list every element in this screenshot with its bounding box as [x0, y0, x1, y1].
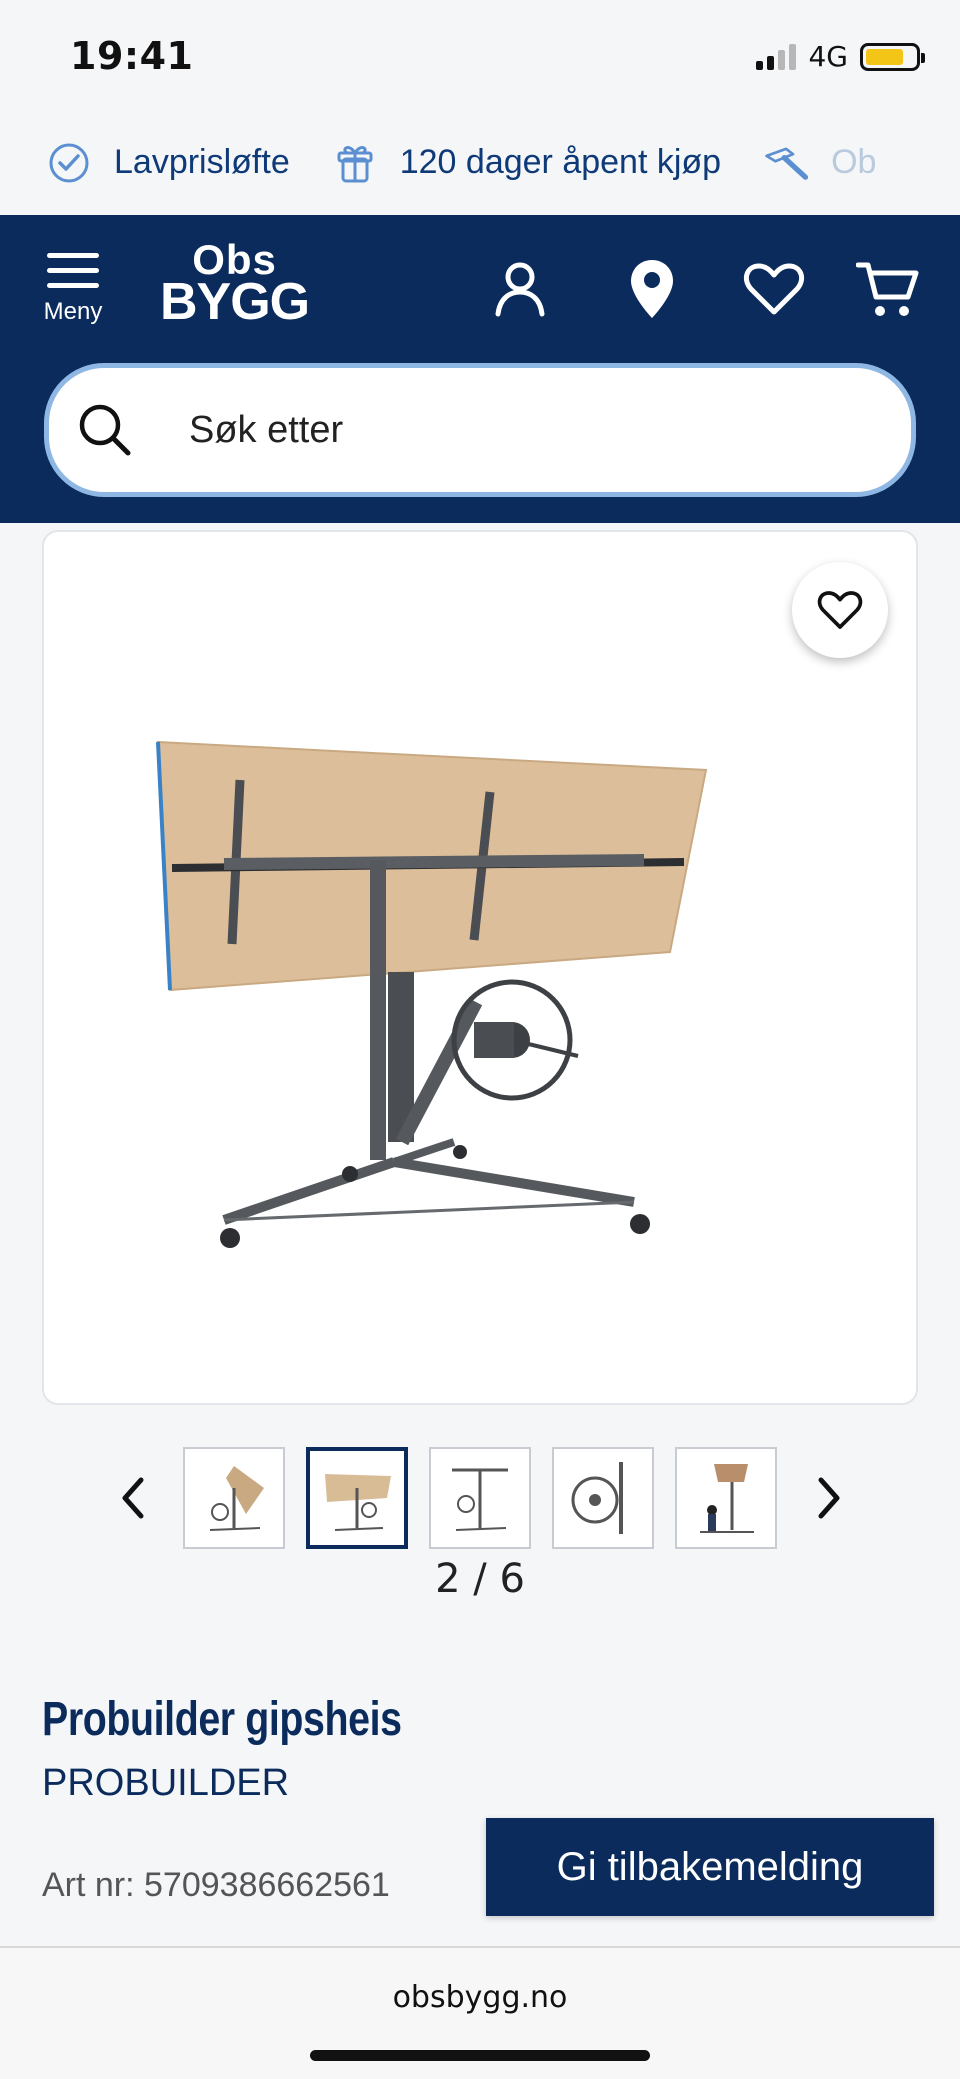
- thumbnail-3[interactable]: [429, 1447, 531, 1549]
- usp-item-lowprice[interactable]: Lavprisløfte: [46, 140, 290, 186]
- hammer-icon: [763, 140, 809, 186]
- next-image-button[interactable]: [804, 1473, 854, 1523]
- previous-image-button[interactable]: [108, 1473, 158, 1523]
- usp-label: Lavprisløfte: [114, 143, 290, 181]
- location-pin-icon[interactable]: [620, 257, 684, 321]
- heart-icon: [817, 591, 863, 629]
- thumbnail-1[interactable]: [183, 1447, 285, 1549]
- usp-bar: Lavprisløfte 120 dager åpent kjøp Ob: [0, 110, 960, 215]
- site-header: Meny Obs BYGG Søk etter: [0, 215, 960, 523]
- cart-icon[interactable]: [856, 257, 920, 321]
- menu-button[interactable]: Meny: [38, 253, 108, 326]
- thumbnail-2[interactable]: [306, 1447, 408, 1549]
- hamburger-icon: [38, 253, 108, 288]
- thumbnail-strip: [0, 1447, 960, 1551]
- add-to-favorites-button[interactable]: [792, 562, 888, 658]
- heart-icon[interactable]: [742, 257, 806, 321]
- status-time: 19:41: [70, 34, 194, 78]
- gift-box-icon: [332, 140, 378, 186]
- feedback-button[interactable]: Gi tilbakemelding: [486, 1818, 934, 1916]
- user-icon[interactable]: [488, 257, 552, 321]
- chevron-left-icon: [122, 1477, 144, 1519]
- status-indicators: 4G: [756, 40, 925, 73]
- product-image: [156, 740, 708, 1248]
- product-image-card[interactable]: [42, 530, 918, 1405]
- article-number: Art nr: 5709386662561: [42, 1866, 390, 1904]
- usp-label: 120 dager åpent kjøp: [399, 143, 722, 181]
- battery-icon: [860, 42, 925, 71]
- product-title: Probuilder gipsheis: [42, 1693, 402, 1746]
- thumbnail-5[interactable]: [675, 1447, 777, 1549]
- network-type: 4G: [808, 40, 848, 73]
- usp-item-partial[interactable]: Ob: [763, 140, 876, 186]
- image-pager: 2 / 6: [435, 1556, 525, 1602]
- chevron-right-icon: [818, 1477, 840, 1519]
- thumbnail-4[interactable]: [552, 1447, 654, 1549]
- search-placeholder: Søk etter: [189, 408, 344, 451]
- browser-address-bar[interactable]: obsbygg.no: [0, 1946, 960, 2079]
- menu-label: Meny: [43, 298, 103, 325]
- usp-item-open-purchase[interactable]: 120 dager åpent kjøp: [332, 140, 721, 186]
- url-text[interactable]: obsbygg.no: [0, 1980, 960, 2015]
- obs-bygg-logo[interactable]: Obs BYGG: [160, 239, 310, 328]
- search-input[interactable]: Søk etter: [44, 363, 916, 497]
- signal-icon: [756, 43, 797, 70]
- product-brand[interactable]: PROBUILDER: [42, 1762, 289, 1805]
- status-bar: 19:41 4G: [0, 0, 960, 110]
- check-circle-icon: [46, 140, 92, 186]
- search-icon: [75, 400, 135, 460]
- usp-label: Ob: [831, 143, 877, 181]
- home-indicator[interactable]: [310, 2050, 650, 2061]
